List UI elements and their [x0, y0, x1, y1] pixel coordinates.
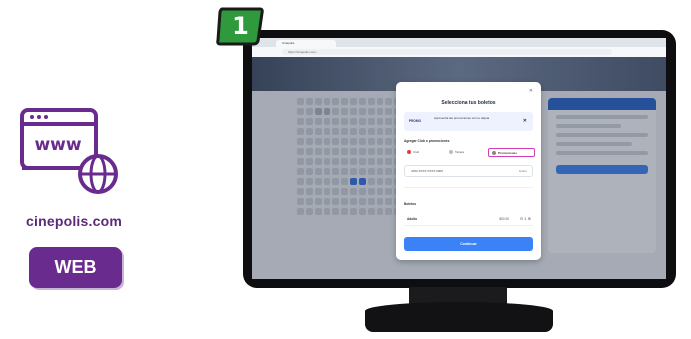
- promo-text: Aprovecha las promociones con tu tarjeta: [434, 116, 490, 120]
- address-bar: https://cinepolis.com/...: [252, 47, 666, 57]
- ticket-quantity: 1: [524, 216, 527, 221]
- step-number: 1: [232, 12, 249, 40]
- monitor-stand-base: [365, 302, 553, 332]
- continue-button[interactable]: Continuar: [404, 237, 533, 251]
- globe-icon: [78, 154, 118, 194]
- browser-window-icon: www: [20, 108, 118, 194]
- svg-text:www: www: [34, 135, 81, 155]
- ticket-row: Adulto $00.00 ⊖ 1 ⊕: [404, 214, 533, 226]
- payment-option-tarjeta[interactable]: Tarjeta: [446, 148, 486, 157]
- edit-card-link[interactable]: Editar: [519, 169, 527, 173]
- tutorial-stage: www cinepolis.com WEB Cinépolis https://…: [0, 0, 691, 339]
- promo-tag: PROMO: [409, 119, 422, 123]
- ticket-type-label: Adulto: [407, 217, 418, 221]
- payment-option-promociones[interactable]: Promociones: [488, 148, 535, 157]
- screen: Cinépolis https://cinepolis.com/... ✕ Se…: [252, 38, 666, 279]
- payment-section-label: Agregar Club o promociones: [404, 139, 450, 143]
- divider: [404, 187, 533, 188]
- platform-badge: WEB: [29, 247, 122, 288]
- close-icon[interactable]: ✕: [529, 88, 533, 94]
- step-badge: 1: [216, 5, 265, 47]
- payment-options: Club Tarjeta Promociones: [404, 146, 535, 158]
- browser-tab[interactable]: Cinépolis: [276, 40, 336, 47]
- card-number: 4152 XXXX XXXX 0000: [411, 169, 443, 173]
- payment-option-club[interactable]: Club: [404, 148, 444, 157]
- card-field[interactable]: 4152 XXXX XXXX 0000 Editar: [404, 165, 533, 177]
- modal-title: Selecciona tus boletos: [441, 100, 496, 106]
- ticket-price: $00.00: [499, 217, 509, 221]
- site-label: cinepolis.com: [26, 213, 122, 229]
- promo-banner: PROMO Aprovecha las promociones con tu t…: [404, 112, 533, 131]
- quantity-stepper[interactable]: ⊖ 1 ⊕: [520, 216, 531, 221]
- tickets-section-label: Boletos: [404, 202, 417, 206]
- url-field[interactable]: https://cinepolis.com/...: [282, 49, 612, 55]
- ticket-modal: ✕ Selecciona tus boletos PROMO Aprovecha…: [396, 82, 541, 260]
- promo-close-icon[interactable]: ✕: [523, 118, 527, 124]
- browser-tabbar: Cinépolis: [252, 38, 666, 47]
